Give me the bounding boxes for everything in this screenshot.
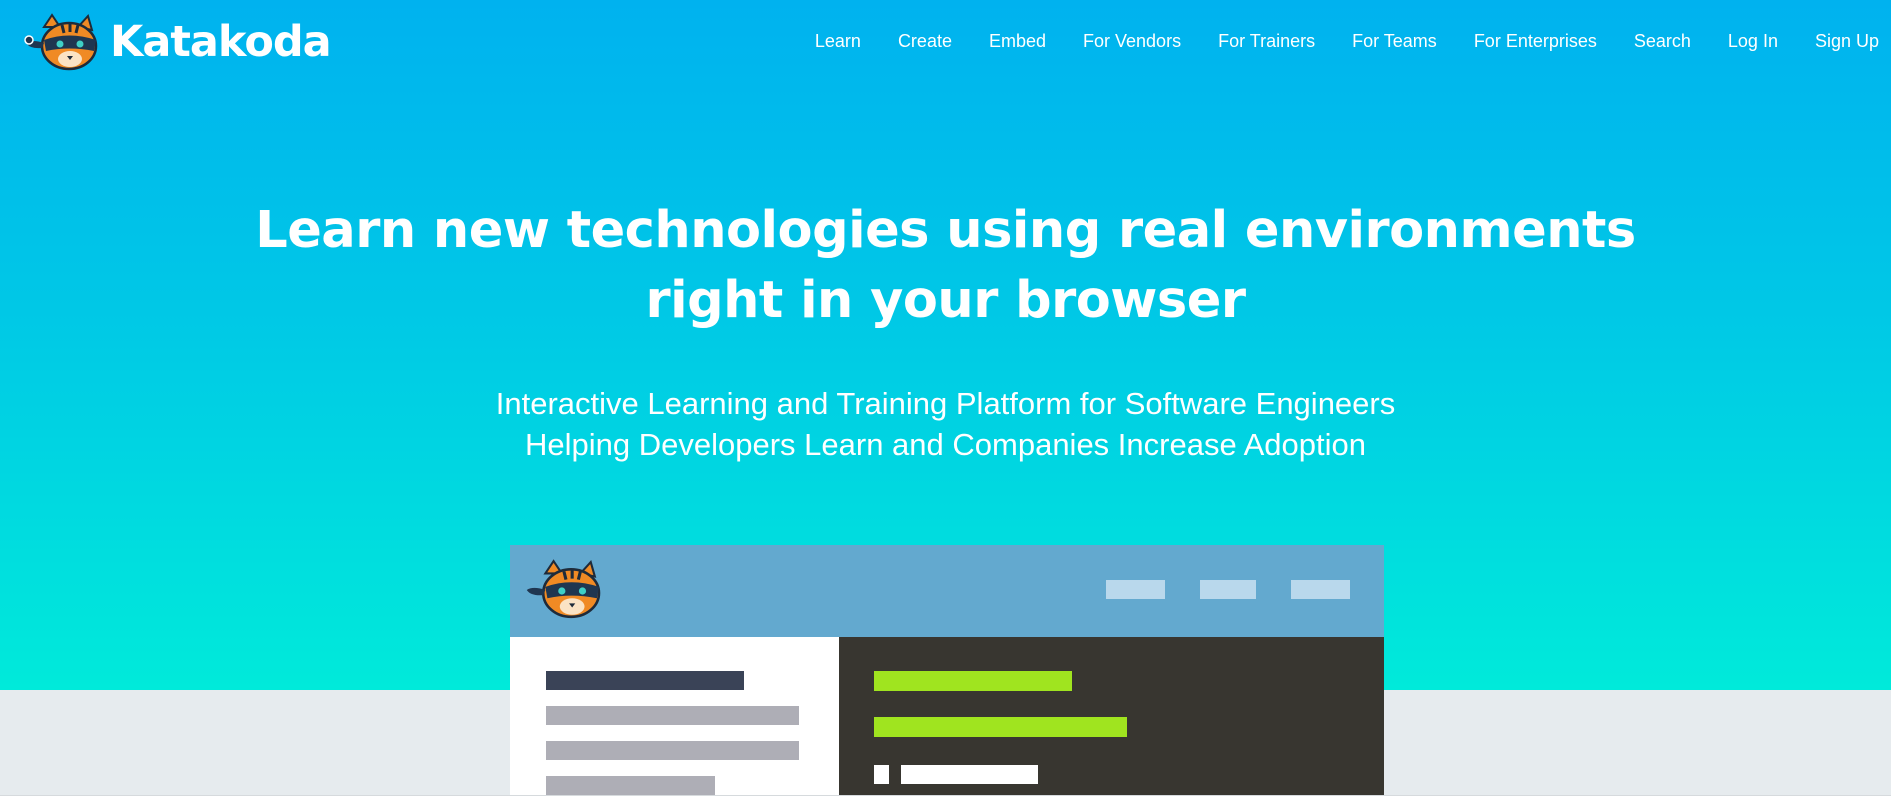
hero-headline: Learn new technologies using real enviro… [0,196,1891,336]
illustration-title-bar [546,671,744,690]
illustration-terminal-cursor [874,765,889,784]
illustration-text-line [546,776,715,795]
illustration-text-line [546,741,799,760]
nav-create[interactable]: Create [898,31,952,52]
top-nav: Learn Create Embed For Vendors For Train… [815,31,1879,52]
nav-for-vendors[interactable]: For Vendors [1083,31,1181,52]
headline-line-1: Learn new technologies using real enviro… [255,201,1636,260]
hero-subheading: Interactive Learning and Training Platfo… [0,383,1891,465]
illustration-terminal-pane [839,637,1384,795]
illustration-terminal-line [874,717,1127,737]
product-illustration [510,545,1384,795]
nav-learn[interactable]: Learn [815,31,861,52]
logo-wordmark: Katakoda [110,17,332,67]
headline-line-2: right in your browser [645,271,1246,330]
katacoda-cat-logo-icon [24,13,98,71]
subheading-line-1: Interactive Learning and Training Platfo… [495,386,1396,421]
illustration-text-line [546,706,799,725]
illustration-terminal-input [901,765,1038,784]
katacoda-logo-link[interactable]: Katakoda [22,12,332,76]
illustration-content-pane [510,637,839,795]
katacoda-cat-logo-icon [526,559,601,619]
nav-for-trainers[interactable]: For Trainers [1218,31,1315,52]
nav-for-teams[interactable]: For Teams [1352,31,1437,52]
illustration-nav-block [1106,580,1165,599]
nav-search[interactable]: Search [1634,31,1691,52]
illustration-header [510,545,1384,637]
subheading-line-2: Helping Developers Learn and Companies I… [525,427,1366,462]
illustration-terminal-line [874,671,1072,691]
illustration-nav-block [1291,580,1350,599]
bottom-strip [0,795,1891,808]
nav-for-enterprises[interactable]: For Enterprises [1474,31,1597,52]
nav-sign-up[interactable]: Sign Up [1815,31,1879,52]
nav-embed[interactable]: Embed [989,31,1046,52]
illustration-nav-block [1200,580,1256,599]
nav-log-in[interactable]: Log In [1728,31,1778,52]
